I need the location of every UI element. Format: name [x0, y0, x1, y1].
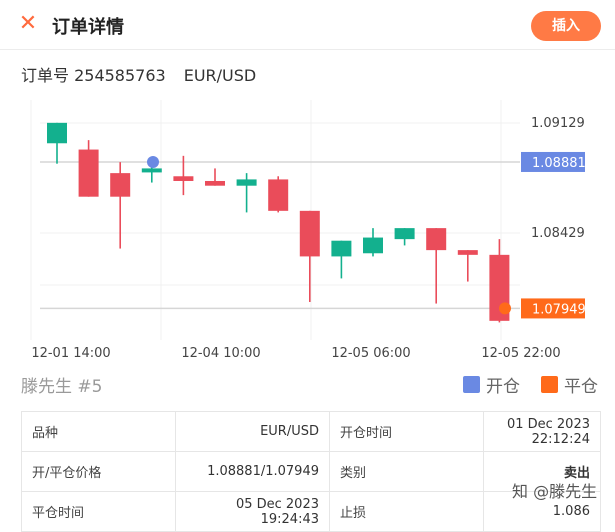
- candle-body: [47, 122, 67, 144]
- candle-body: [299, 210, 320, 257]
- legend-open: 开仓: [463, 372, 520, 397]
- table-cell: 平仓时间: [21, 491, 176, 532]
- candle-body: [205, 180, 225, 186]
- table-cell: 开/平仓价格: [21, 451, 176, 492]
- open-price-tag-label: 1.08881: [532, 156, 586, 171]
- legend-open-swatch: [463, 376, 480, 393]
- close-price-tag-label: 1.07949: [532, 302, 586, 317]
- legend-close-label: 平仓: [564, 377, 598, 397]
- x-tick-label: 12-04 10:00: [181, 346, 260, 361]
- candle-body: [394, 228, 415, 240]
- order-number: 订单号 254585763: [21, 66, 166, 85]
- candle-body: [173, 176, 194, 181]
- insert-button[interactable]: 插入: [531, 11, 601, 41]
- page-title: 订单详情: [52, 17, 124, 38]
- table-cell: 01 Dec 2023 22:12:24: [483, 411, 601, 452]
- candle-body: [457, 250, 478, 255]
- table-cell: 品种: [21, 411, 176, 452]
- close-icon[interactable]: ✕: [18, 13, 38, 35]
- candlestick-chart: 1.09129 1.08429 1.08881 1.07949 12-01 14:00 1…: [30, 100, 586, 361]
- legend-close-swatch: [541, 376, 558, 393]
- candle-body: [331, 240, 352, 257]
- x-tick-label: 12-05 06:00: [331, 346, 410, 361]
- candle-body: [78, 149, 99, 197]
- y-tick-label: 1.09129: [531, 116, 585, 131]
- trader-label: 滕先生 #5: [21, 377, 103, 397]
- order-line: 订单号 254585763 EUR/USD: [21, 62, 256, 86]
- candle-body: [268, 179, 289, 211]
- open-marker: [147, 155, 159, 168]
- close-marker: [499, 302, 511, 315]
- candle-body: [363, 237, 383, 254]
- watermark: 知 @滕先生: [512, 482, 598, 501]
- table-row: 品种 EUR/USD 开仓时间 01 Dec 2023 22:12:24: [21, 411, 601, 452]
- candle-body: [236, 179, 257, 186]
- order-details-table: 品种 EUR/USD 开仓时间 01 Dec 2023 22:12:24 开/平…: [21, 411, 601, 532]
- legend-open-label: 开仓: [486, 377, 520, 397]
- table-cell: 止损: [329, 491, 484, 532]
- x-tick-label: 12-01 14:00: [31, 346, 110, 361]
- table-cell: 开仓时间: [329, 411, 484, 452]
- order-pair: EUR/USD: [183, 66, 257, 85]
- legend-close: 平仓: [541, 372, 598, 397]
- candle-body: [110, 173, 131, 197]
- y-tick-label: 1.08429: [531, 226, 585, 241]
- table-cell: 05 Dec 2023 19:24:43: [175, 491, 330, 532]
- header: ✕ 订单详情 插入: [0, 0, 615, 50]
- table-cell: EUR/USD: [175, 411, 330, 452]
- candle-body: [426, 228, 447, 251]
- x-tick-label: 12-05 22:00: [481, 346, 560, 361]
- table-cell: 类别: [329, 451, 484, 492]
- candle-body: [141, 168, 162, 173]
- table-cell: 1.08881/1.07949: [175, 451, 330, 492]
